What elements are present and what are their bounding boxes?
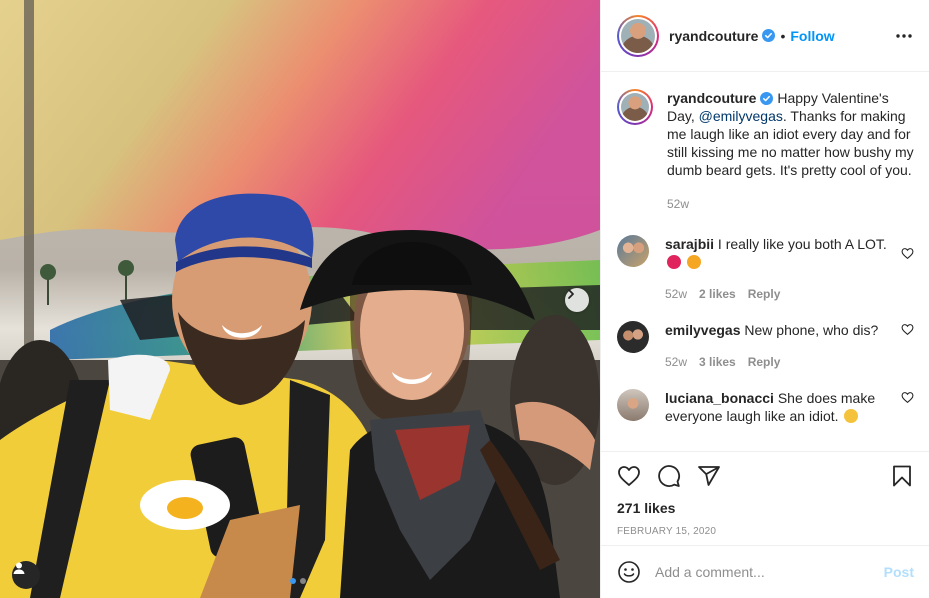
commenter-avatar[interactable] bbox=[617, 389, 649, 421]
next-photo-button[interactable] bbox=[565, 288, 589, 312]
likes-count[interactable]: 271 likes bbox=[617, 500, 914, 516]
tagged-users-button[interactable] bbox=[12, 561, 40, 589]
star-eyes-emoji-icon bbox=[686, 255, 701, 269]
bookmark-icon[interactable] bbox=[890, 464, 914, 488]
commenter-avatar[interactable] bbox=[617, 235, 649, 267]
user-tag-icon bbox=[13, 562, 25, 574]
carousel-dot bbox=[300, 578, 306, 584]
comment-item: luciana_bonacci She does make everyone l… bbox=[617, 389, 914, 425]
reply-button[interactable]: Reply bbox=[748, 353, 781, 371]
comment-likes-count[interactable]: 3 likes bbox=[699, 353, 736, 371]
comment-icon[interactable] bbox=[657, 464, 681, 488]
like-comment-heart-icon[interactable] bbox=[901, 323, 914, 336]
comment-item: sarajbii I really like you both A LOT. 5… bbox=[617, 235, 914, 303]
author-avatar[interactable] bbox=[617, 14, 659, 57]
caption-avatar[interactable] bbox=[617, 89, 653, 125]
more-icon[interactable] bbox=[895, 33, 913, 39]
comment-age[interactable]: 52w bbox=[665, 285, 687, 303]
verified-icon bbox=[762, 29, 776, 42]
photo-illustration bbox=[0, 0, 600, 598]
carousel-dot-active bbox=[290, 578, 296, 584]
caption-age[interactable]: 52w bbox=[667, 195, 689, 213]
comment-text: New phone, who dis? bbox=[744, 322, 879, 338]
follow-button[interactable]: Follow bbox=[790, 28, 834, 44]
post-actions: 271 likes FEBRUARY 15, 2020 bbox=[601, 451, 929, 537]
add-comment-bar: Post bbox=[601, 545, 929, 598]
post-side-panel: ryandcouture • Follow ryandcouture Happy… bbox=[600, 0, 929, 598]
like-comment-heart-icon[interactable] bbox=[901, 247, 914, 260]
comment-input[interactable] bbox=[655, 564, 884, 580]
comments-list[interactable]: ryandcouture Happy Valentine's Day, @emi… bbox=[601, 73, 929, 450]
laughing-emoji-icon bbox=[844, 409, 859, 423]
comment-username[interactable]: luciana_bonacci bbox=[665, 390, 774, 406]
caption-username[interactable]: ryandcouture bbox=[667, 90, 756, 106]
reply-button[interactable]: Reply bbox=[748, 285, 781, 303]
comment-item: emilyvegas New phone, who dis? 52w 3 lik… bbox=[617, 321, 914, 371]
commenter-avatar[interactable] bbox=[617, 321, 649, 353]
post-photo[interactable] bbox=[0, 0, 600, 598]
caption-mention-link[interactable]: @emilyvegas bbox=[699, 108, 783, 124]
heart-icon[interactable] bbox=[617, 464, 641, 488]
comment-username[interactable]: emilyvegas bbox=[665, 322, 741, 338]
post-comment-button[interactable]: Post bbox=[884, 564, 914, 580]
heart-emoji-icon bbox=[667, 255, 681, 269]
caption: ryandcouture Happy Valentine's Day, @emi… bbox=[617, 89, 914, 213]
share-icon[interactable] bbox=[697, 464, 721, 488]
like-comment-heart-icon[interactable] bbox=[901, 391, 914, 404]
carousel-indicator bbox=[290, 578, 306, 584]
chevron-right-icon bbox=[568, 289, 574, 299]
comment-likes-count[interactable]: 2 likes bbox=[699, 285, 736, 303]
comment-text: I really like you both A LOT. bbox=[717, 236, 887, 252]
post-date[interactable]: FEBRUARY 15, 2020 bbox=[617, 526, 914, 537]
comment-age[interactable]: 52w bbox=[665, 353, 687, 371]
comment-username[interactable]: sarajbii bbox=[665, 236, 714, 252]
verified-icon bbox=[760, 92, 774, 105]
post-header: ryandcouture • Follow bbox=[601, 0, 929, 72]
emoji-icon[interactable] bbox=[617, 560, 641, 584]
header-separator: • bbox=[780, 27, 786, 44]
author-username[interactable]: ryandcouture bbox=[669, 28, 758, 44]
